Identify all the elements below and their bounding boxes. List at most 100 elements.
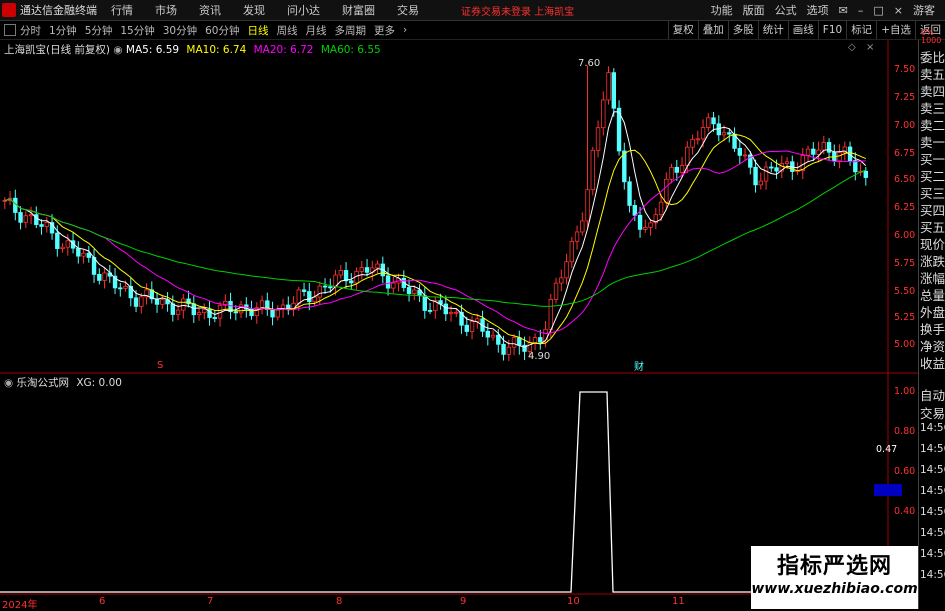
sub-axis-tick: 1.00 (894, 386, 916, 397)
candle-body (538, 337, 543, 343)
candle-body (412, 289, 417, 294)
menu-shichang[interactable]: 市场 (155, 2, 177, 18)
candle-body (296, 289, 301, 304)
menu-hangqing[interactable]: 行情 (111, 2, 133, 18)
menu-caifuquan[interactable]: 财富圈 (342, 2, 375, 18)
period-1min[interactable]: 1分钟 (49, 23, 77, 38)
candle-body (742, 154, 748, 157)
candle-body (469, 321, 475, 332)
period-weekly[interactable]: 周线 (277, 23, 298, 38)
login-notice[interactable]: 证券交易未登录 上海凯宝 (461, 3, 574, 18)
tool-tongji[interactable]: 统计 (757, 21, 788, 39)
date-label: 9 (460, 596, 467, 607)
period-multi[interactable]: 多周期 (335, 23, 367, 38)
menu-bar: 通达信金融终端 行情 市场 资讯 发现 问小达 财富圈 交易 证券交易未登录 上… (0, 0, 945, 21)
trade-label[interactable]: 交易 (920, 403, 945, 422)
candle-body (737, 147, 742, 156)
tool-zixuan[interactable]: +自选 (876, 21, 915, 39)
candle-body (454, 311, 459, 314)
menu-wenxiaoda[interactable]: 问小达 (287, 2, 320, 18)
chevron-right-icon[interactable]: › (403, 24, 407, 36)
ma60-line (4, 169, 866, 307)
menu-xuanxiang[interactable]: 选项 (807, 2, 829, 18)
period-60min[interactable]: 60分钟 (205, 23, 239, 38)
tool-duogu[interactable]: 多股 (727, 21, 758, 39)
candle-body (606, 72, 611, 101)
candle-body (422, 295, 427, 311)
candle-body (758, 180, 763, 186)
candle-body (501, 343, 506, 355)
panel-toggle-icon[interactable] (4, 24, 16, 36)
menu-zixun[interactable]: 资讯 (199, 2, 221, 18)
candle-body (170, 303, 175, 315)
app-logo-icon (2, 3, 16, 17)
candle-body (695, 138, 700, 141)
candle-body (39, 224, 44, 227)
close-icon[interactable]: × (894, 4, 903, 17)
sub-axis-tick: 0.40 (894, 506, 916, 517)
maximize-icon[interactable]: □ (873, 4, 883, 17)
menu-jiaoyi[interactable]: 交易 (397, 2, 419, 18)
trade-label[interactable]: 自动 (920, 385, 945, 404)
candle-body (511, 337, 517, 348)
candle-body (490, 334, 496, 338)
sub-formula-name: 乐淘公式网 (16, 377, 70, 389)
sub-axis-tick: 0.60 (894, 466, 916, 477)
candle-body (532, 337, 538, 344)
price-tick: 6.50 (894, 174, 916, 185)
candle-body (601, 99, 606, 129)
menu-faxian[interactable]: 发现 (243, 2, 265, 18)
period-15min[interactable]: 15分钟 (120, 23, 154, 38)
user-label[interactable]: 游客 (913, 2, 935, 18)
kline-chart[interactable] (0, 40, 918, 609)
period-daily[interactable]: 日线 (248, 23, 269, 38)
menu-gongneng[interactable]: 功能 (711, 2, 733, 18)
menu-banmian[interactable]: 版面 (743, 2, 765, 18)
candle-body (102, 272, 107, 281)
price-tick: 6.00 (894, 230, 916, 241)
candle-body (816, 149, 821, 155)
candle-body (548, 299, 553, 330)
candle-body (637, 214, 643, 230)
candle-body (753, 166, 758, 186)
candle-body (406, 287, 412, 294)
tool-f10[interactable]: F10 (817, 21, 846, 39)
sub-cursor-value: 0.47 (876, 444, 898, 455)
date-label: 8 (336, 596, 343, 607)
tool-biaoji[interactable]: 标记 (846, 21, 876, 39)
candle-body (448, 312, 454, 315)
price-tick: 7.50 (894, 64, 916, 75)
candle-body (727, 132, 732, 135)
candle-body (196, 312, 202, 316)
tool-huaxian[interactable]: 画线 (787, 21, 818, 39)
candle-body (690, 138, 695, 148)
period-monthly[interactable]: 月线 (306, 23, 327, 38)
period-5min[interactable]: 5分钟 (85, 23, 113, 38)
candle-body (28, 214, 34, 217)
menu-gongshi[interactable]: 公式 (775, 2, 797, 18)
candle-body (427, 310, 433, 312)
candle-body (464, 324, 469, 332)
price-tick: 6.75 (894, 148, 916, 159)
candle-body (580, 220, 585, 233)
sub-cursor-box (874, 484, 902, 496)
period-30min[interactable]: 30分钟 (163, 23, 197, 38)
period-more[interactable]: 更多 (374, 23, 395, 38)
tick-time: 14:56 (920, 443, 945, 455)
candle-body (133, 297, 139, 307)
period-fenshi[interactable]: 分时 (20, 23, 41, 38)
mail-icon[interactable]: ✉ (839, 4, 848, 17)
tool-diejia[interactable]: 叠加 (697, 21, 728, 39)
tool-fuquan[interactable]: 复权 (667, 21, 698, 39)
minimize-icon[interactable]: – (858, 4, 864, 17)
date-label: 10 (567, 596, 580, 607)
app-name: 通达信金融终端 (20, 4, 97, 17)
candle-body (343, 270, 349, 282)
candle-body (55, 232, 60, 249)
sub-settings-icon[interactable]: ◉ (4, 377, 17, 389)
candle-body (123, 285, 128, 289)
candle-body (553, 282, 559, 300)
candle-body (559, 277, 564, 284)
candle-body (564, 261, 569, 279)
candle-body (595, 127, 601, 151)
